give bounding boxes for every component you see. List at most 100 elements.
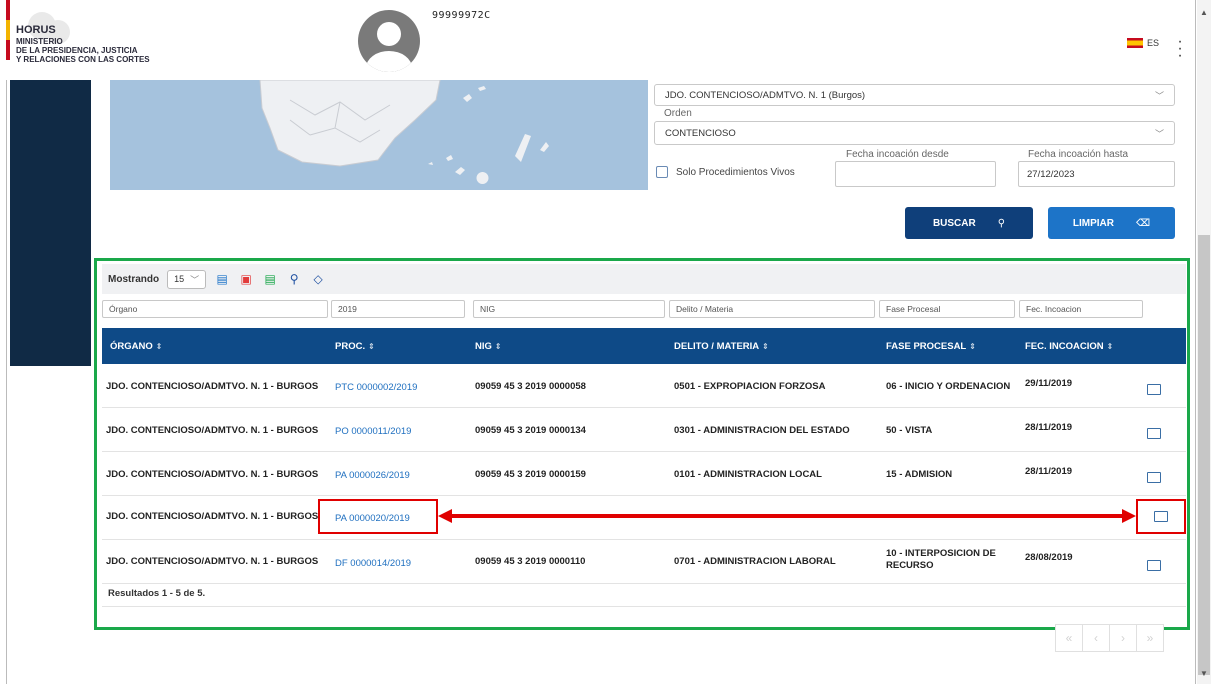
filter-proc[interactable]: 2019 xyxy=(331,300,465,318)
scroll-up-icon[interactable]: ▲ xyxy=(1200,8,1208,17)
annotation-arrow xyxy=(438,509,1136,523)
chevron-down-icon: ﹀ xyxy=(190,274,200,285)
filter-organo[interactable]: Órgano xyxy=(102,300,328,318)
filter-delito[interactable]: Delito / Materia xyxy=(669,300,875,318)
eraser-icon[interactable]: ◇ xyxy=(310,272,326,286)
page-size-value: 15 xyxy=(174,274,185,284)
flag-strip xyxy=(6,0,10,80)
header-organo[interactable]: ÓRGANO ⇕ xyxy=(110,341,162,352)
cell-organo: JDO. CONTENCIOSO/ADMTVO. N. 1 - BURGOS xyxy=(106,381,319,392)
user-id: 99999972C xyxy=(432,10,491,21)
cell-delito: 0301 - ADMINISTRACION DEL ESTADO xyxy=(674,425,850,436)
cell-fase: 15 - ADMISION xyxy=(886,469,953,480)
brand-line: MINISTERIO xyxy=(16,37,63,46)
cell-nig: 09059 45 3 2019 0000058 xyxy=(475,381,586,392)
cell-delito: 0101 - ADMINISTRACION LOCAL xyxy=(674,469,822,480)
table-row: JDO. CONTENCIOSO/ADMTVO. N. 1 - BURGOS P… xyxy=(102,452,1186,496)
table-row: JDO. CONTENCIOSO/ADMTVO. N. 1 - BURGOS P… xyxy=(102,364,1186,408)
cell-delito: 0701 - ADMINISTRACION LABORAL xyxy=(674,556,836,567)
next-page-button[interactable]: › xyxy=(1109,624,1137,652)
organo-select[interactable]: JDO. CONTENCIOSO/ADMTVO. N. 1 (Burgos) ﹀ xyxy=(654,84,1175,106)
chevron-down-icon: ﹀ xyxy=(1154,90,1164,101)
organo-select-value: JDO. CONTENCIOSO/ADMTVO. N. 1 (Burgos) xyxy=(665,89,866,101)
more-options-icon[interactable]: · · · xyxy=(1175,34,1185,64)
annotation-box-proc xyxy=(318,499,438,534)
cell-organo: JDO. CONTENCIOSO/ADMTVO. N. 1 - BURGOS xyxy=(106,556,319,567)
cell-proc-link[interactable]: PA 0000026/2019 xyxy=(335,470,410,481)
cell-delito: 0501 - EXPROPIACION FORZOSA xyxy=(674,381,826,392)
filter-fase[interactable]: Fase Procesal xyxy=(879,300,1015,318)
cell-fase: 50 - VISTA xyxy=(886,425,933,436)
table-row: JDO. CONTENCIOSO/ADMTVO. N. 1 - BURGOS D… xyxy=(102,540,1186,584)
results-toolbar: Mostrando 15 ﹀ ▤ ▣ ▤ ⚲ ◇ xyxy=(102,264,1186,294)
scrollbar-thumb[interactable] xyxy=(1198,235,1210,675)
excel-icon[interactable]: ▤ xyxy=(262,272,278,286)
header-fecha[interactable]: FEC. INCOACION ⇕ xyxy=(1025,341,1113,352)
search-icon: ⚲ xyxy=(997,217,1006,229)
csv-icon[interactable]: ▤ xyxy=(214,272,230,286)
brand-title: HORUS xyxy=(16,24,56,36)
folder-icon[interactable] xyxy=(1147,472,1161,483)
cell-proc-link[interactable]: DF 0000014/2019 xyxy=(335,558,411,569)
cell-fecha: 28/08/2019 xyxy=(1025,552,1073,563)
language-label: ES xyxy=(1147,38,1160,48)
eraser-icon: ⌫ xyxy=(1135,217,1151,229)
header-delito[interactable]: DELITO / MATERIA ⇕ xyxy=(674,341,769,352)
results-count: Resultados 1 - 5 de 5. xyxy=(108,588,206,599)
brand-line: Y RELACIONES CON LAS CORTES xyxy=(16,55,150,64)
header-nig[interactable]: NIG ⇕ xyxy=(475,341,502,352)
cell-organo: JDO. CONTENCIOSO/ADMTVO. N. 1 - BURGOS xyxy=(106,425,319,436)
folder-icon[interactable] xyxy=(1147,428,1161,439)
brand-logo[interactable]: HORUS MINISTERIO DE LA PRESIDENCIA, JUST… xyxy=(16,24,150,65)
spain-flag-icon xyxy=(1127,38,1143,48)
fecha-hasta-label: Fecha incoación hasta xyxy=(1028,149,1129,160)
first-page-button[interactable]: « xyxy=(1055,624,1083,652)
divider xyxy=(102,606,1186,607)
buscar-button[interactable]: BUSCAR ⚲ xyxy=(905,207,1033,239)
cell-fecha: 28/11/2019 xyxy=(1025,422,1073,433)
cell-fecha: 28/11/2019 xyxy=(1025,466,1073,477)
cell-fase: 06 - INICIO Y ORDENACION xyxy=(886,381,1011,392)
buscar-label: BUSCAR xyxy=(932,217,976,229)
checkbox-box[interactable] xyxy=(656,166,668,178)
solo-vivos-label: Solo Procedimientos Vivos xyxy=(676,166,795,178)
scrollbar[interactable]: ▲ ▼ xyxy=(1197,0,1211,684)
header-proc[interactable]: PROC. ⇕ xyxy=(335,341,375,352)
showing-label: Mostrando xyxy=(108,273,160,285)
limpiar-label: LIMPIAR xyxy=(1072,217,1114,229)
cell-organo: JDO. CONTENCIOSO/ADMTVO. N. 1 - BURGOS xyxy=(106,511,319,522)
annotation-box-folder xyxy=(1136,499,1186,534)
cell-nig: 09059 45 3 2019 0000110 xyxy=(475,556,586,567)
fecha-desde-label: Fecha incoación desde xyxy=(846,149,949,160)
last-page-button[interactable]: » xyxy=(1136,624,1164,652)
fecha-desde-input[interactable] xyxy=(835,161,996,187)
language-selector[interactable]: ES xyxy=(1127,38,1159,48)
chevron-down-icon: ﹀ xyxy=(1154,128,1164,139)
search-icon[interactable]: ⚲ xyxy=(286,272,302,286)
table-row: JDO. CONTENCIOSO/ADMTVO. N. 1 - BURGOS P… xyxy=(102,408,1186,452)
cell-nig: 09059 45 3 2019 0000134 xyxy=(475,425,586,436)
filter-fecha[interactable]: Fec. Incoacion xyxy=(1019,300,1143,318)
solo-vivos-checkbox[interactable]: Solo Procedimientos Vivos xyxy=(656,166,795,178)
cell-proc-link[interactable]: PTC 0000002/2019 xyxy=(335,382,417,393)
sidebar xyxy=(10,80,91,366)
folder-icon[interactable] xyxy=(1147,560,1161,571)
pdf-icon[interactable]: ▣ xyxy=(238,272,254,286)
cell-fecha: 29/11/2019 xyxy=(1025,378,1073,389)
avatar[interactable] xyxy=(358,10,420,72)
table-header: ÓRGANO ⇕ PROC. ⇕ NIG ⇕ DELITO / MATERIA ⇕ FA… xyxy=(102,328,1186,364)
folder-icon[interactable] xyxy=(1147,384,1161,395)
page: HORUS MINISTERIO DE LA PRESIDENCIA, JUST… xyxy=(0,0,1216,684)
fecha-hasta-input[interactable]: 27/12/2023 xyxy=(1018,161,1175,187)
orden-label: Orden xyxy=(664,108,692,119)
page-size-select[interactable]: 15 ﹀ xyxy=(167,269,207,289)
spain-map xyxy=(110,80,648,190)
limpiar-button[interactable]: LIMPIAR ⌫ xyxy=(1048,207,1175,239)
prev-page-button[interactable]: ‹ xyxy=(1082,624,1110,652)
scroll-down-icon[interactable]: ▼ xyxy=(1200,669,1208,678)
orden-select[interactable]: CONTENCIOSO ﹀ xyxy=(654,121,1175,145)
cell-proc-link[interactable]: PO 0000011/2019 xyxy=(335,426,411,437)
header-fase[interactable]: FASE PROCESAL ⇕ xyxy=(886,341,976,352)
filter-nig[interactable]: NIG xyxy=(473,300,665,318)
orden-select-value: CONTENCIOSO xyxy=(665,127,736,139)
